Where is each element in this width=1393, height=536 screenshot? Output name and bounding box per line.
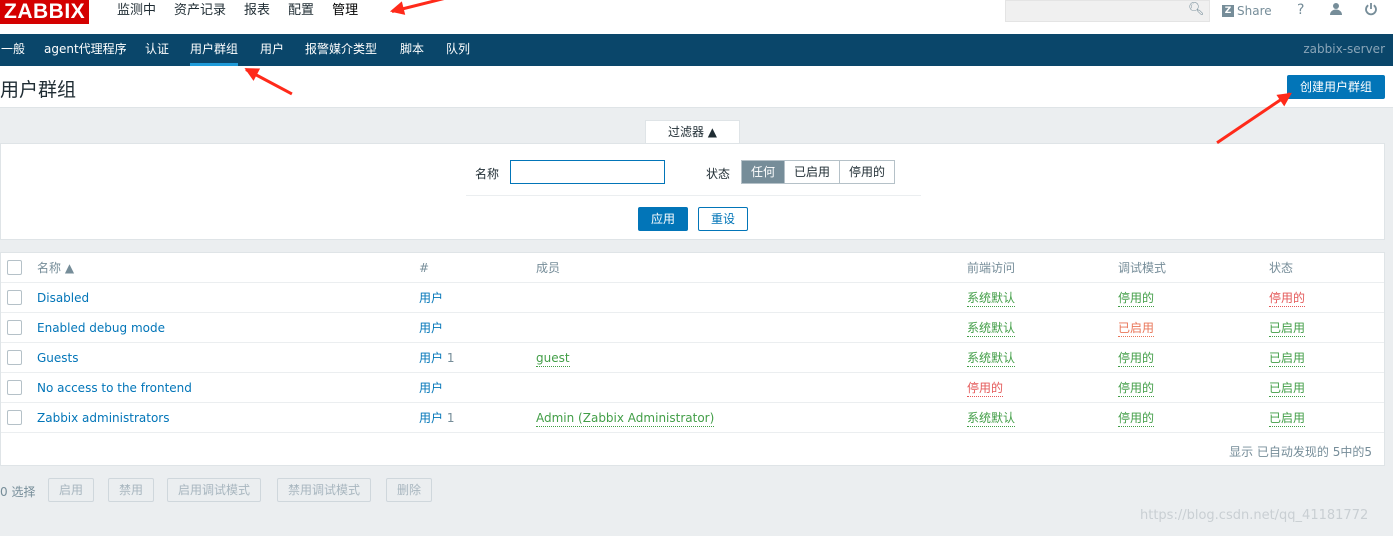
users-link[interactable]: 用户 bbox=[419, 321, 443, 335]
page-header: 用户群组 创建用户群组 bbox=[0, 66, 1393, 108]
debug-mode-value[interactable]: 停用的 bbox=[1118, 290, 1155, 307]
watermark: https://blog.csdn.net/qq_41181772 bbox=[1140, 508, 1369, 523]
group-name-link[interactable]: Zabbix administrators bbox=[37, 403, 169, 433]
sub-menu-media-types[interactable]: 报警媒介类型 bbox=[305, 34, 377, 66]
row-checkbox[interactable] bbox=[7, 320, 22, 335]
row-checkbox[interactable] bbox=[7, 350, 22, 365]
status-option-any[interactable]: 任何 bbox=[742, 161, 786, 183]
status-option-enabled[interactable]: 已启用 bbox=[785, 161, 841, 183]
delete-selected-button[interactable]: 删除 bbox=[386, 478, 433, 502]
table-row: No access to the frontend 用户 停用的 停用的 已启用 bbox=[1, 373, 1384, 403]
filter-name-label: 名称 bbox=[475, 167, 500, 181]
group-name-link[interactable]: No access to the frontend bbox=[37, 373, 192, 403]
table-row: Zabbix administrators 用户 1 Admin (Zabbix… bbox=[1, 403, 1384, 433]
disable-selected-button[interactable]: 禁用 bbox=[108, 478, 155, 502]
frontend-access-value[interactable]: 系统默认 bbox=[967, 410, 1016, 427]
users-link[interactable]: 用户 bbox=[419, 411, 443, 425]
top-bar: ZABBIX 监测中 资产记录 报表 配置 管理 🔍︎ Z Share ? bbox=[0, 0, 1393, 46]
filter-status-segmented: 任何 已启用 停用的 bbox=[741, 160, 896, 184]
user-groups-table: 名称 ▲ # 成员 前端访问 调试模式 状态 Disabled 用户 系统默认 … bbox=[0, 252, 1385, 466]
debug-mode-value[interactable]: 停用的 bbox=[1118, 350, 1155, 367]
share-button[interactable]: Z Share bbox=[1222, 2, 1272, 20]
frontend-access-value[interactable]: 系统默认 bbox=[967, 320, 1016, 337]
status-value[interactable]: 已启用 bbox=[1269, 320, 1306, 337]
filter-reset-button[interactable]: 重设 bbox=[698, 207, 748, 231]
page-title: 用户群组 bbox=[0, 79, 77, 101]
column-header-debug-mode: 调试模式 bbox=[1118, 261, 1167, 275]
global-search-input[interactable] bbox=[1005, 0, 1210, 22]
enable-debug-button[interactable]: 启用调试模式 bbox=[167, 478, 262, 502]
sub-menu-general[interactable]: 一般 bbox=[1, 34, 25, 66]
column-header-status: 状态 bbox=[1269, 261, 1294, 275]
sub-menu-user-groups[interactable]: 用户群组 bbox=[190, 34, 239, 66]
main-menu-monitoring[interactable]: 监测中 bbox=[110, 0, 163, 34]
zabbix-share-icon: Z bbox=[1222, 5, 1234, 17]
column-header-name[interactable]: 名称 ▲ bbox=[37, 253, 74, 283]
users-link[interactable]: 用户 bbox=[419, 381, 443, 395]
main-menu-configuration[interactable]: 配置 bbox=[281, 0, 321, 34]
selected-count: 0 选择 bbox=[0, 485, 36, 499]
user-icon[interactable] bbox=[1329, 2, 1343, 20]
share-label: Share bbox=[1237, 4, 1272, 18]
sub-menu-scripts[interactable]: 脚本 bbox=[400, 34, 424, 66]
filter-divider bbox=[466, 195, 921, 196]
server-name: zabbix-server bbox=[1303, 42, 1385, 56]
members-link[interactable]: Admin (Zabbix Administrator) bbox=[536, 410, 715, 427]
frontend-access-value[interactable]: 系统默认 bbox=[967, 290, 1016, 307]
disable-debug-button[interactable]: 禁用调试模式 bbox=[277, 478, 372, 502]
user-count: 1 bbox=[446, 411, 455, 425]
debug-mode-value[interactable]: 停用的 bbox=[1118, 380, 1155, 397]
table-row: Enabled debug mode 用户 系统默认 已启用 已启用 bbox=[1, 313, 1384, 343]
filter-tab[interactable]: 过滤器 ▲ bbox=[645, 120, 740, 144]
column-header-count: # bbox=[419, 261, 430, 275]
filter-apply-button[interactable]: 应用 bbox=[638, 207, 688, 231]
main-menu-administration[interactable]: 管理 bbox=[325, 0, 365, 46]
table-row: Guests 用户 1 guest 系统默认 停用的 已启用 bbox=[1, 343, 1384, 373]
enable-selected-button[interactable]: 启用 bbox=[48, 478, 95, 502]
users-link[interactable]: 用户 bbox=[419, 351, 443, 365]
column-header-members: 成员 bbox=[536, 261, 561, 275]
main-menu: 监测中 资产记录 报表 配置 管理 bbox=[110, 0, 369, 46]
status-value[interactable]: 停用的 bbox=[1269, 290, 1306, 307]
status-value[interactable]: 已启用 bbox=[1269, 380, 1306, 397]
debug-mode-value[interactable]: 停用的 bbox=[1118, 410, 1155, 427]
group-name-link[interactable]: Disabled bbox=[37, 283, 89, 313]
filter-name-input[interactable] bbox=[510, 160, 665, 184]
frontend-access-value[interactable]: 系统默认 bbox=[967, 350, 1016, 367]
paging-info: 显示 已自动发现的 5中的5 bbox=[1229, 445, 1372, 459]
help-icon[interactable]: ? bbox=[1297, 2, 1304, 18]
group-name-link[interactable]: Enabled debug mode bbox=[37, 313, 165, 343]
row-checkbox[interactable] bbox=[7, 410, 22, 425]
debug-mode-value[interactable]: 已启用 bbox=[1118, 320, 1155, 337]
members-link[interactable]: guest bbox=[536, 350, 570, 367]
group-name-link[interactable]: Guests bbox=[37, 343, 79, 373]
sub-menu: 一般 agent代理程序 认证 用户群组 用户 报警媒介类型 脚本 队列 zab… bbox=[0, 34, 1393, 66]
sub-menu-proxies[interactable]: agent代理程序 bbox=[44, 34, 127, 66]
frontend-access-value[interactable]: 停用的 bbox=[967, 380, 1004, 397]
main-menu-inventory[interactable]: 资产记录 bbox=[167, 0, 233, 34]
search-icon[interactable]: 🔍︎ bbox=[1188, 2, 1205, 17]
column-header-frontend-access: 前端访问 bbox=[967, 261, 1016, 275]
status-value[interactable]: 已启用 bbox=[1269, 350, 1306, 367]
create-user-group-button[interactable]: 创建用户群组 bbox=[1287, 75, 1385, 99]
sub-menu-users[interactable]: 用户 bbox=[260, 34, 284, 66]
users-link[interactable]: 用户 bbox=[419, 291, 443, 305]
status-option-disabled[interactable]: 停用的 bbox=[840, 161, 895, 183]
sub-menu-queue[interactable]: 队列 bbox=[446, 34, 470, 66]
main-menu-reports[interactable]: 报表 bbox=[237, 0, 277, 34]
row-checkbox[interactable] bbox=[7, 290, 22, 305]
zabbix-logo[interactable]: ZABBIX bbox=[0, 0, 90, 24]
table-header-row: 名称 ▲ # 成员 前端访问 调试模式 状态 bbox=[1, 253, 1384, 283]
table-row: Disabled 用户 系统默认 停用的 停用的 bbox=[1, 283, 1384, 313]
status-value[interactable]: 已启用 bbox=[1269, 410, 1306, 427]
power-icon[interactable] bbox=[1364, 2, 1378, 20]
user-count: 1 bbox=[446, 351, 455, 365]
select-all-checkbox[interactable] bbox=[7, 260, 22, 275]
filter-status-label: 状态 bbox=[706, 167, 731, 181]
sub-menu-authentication[interactable]: 认证 bbox=[145, 34, 169, 66]
row-checkbox[interactable] bbox=[7, 380, 22, 395]
filter-panel: 名称 状态 任何 已启用 停用的 应用 重设 bbox=[0, 143, 1385, 240]
